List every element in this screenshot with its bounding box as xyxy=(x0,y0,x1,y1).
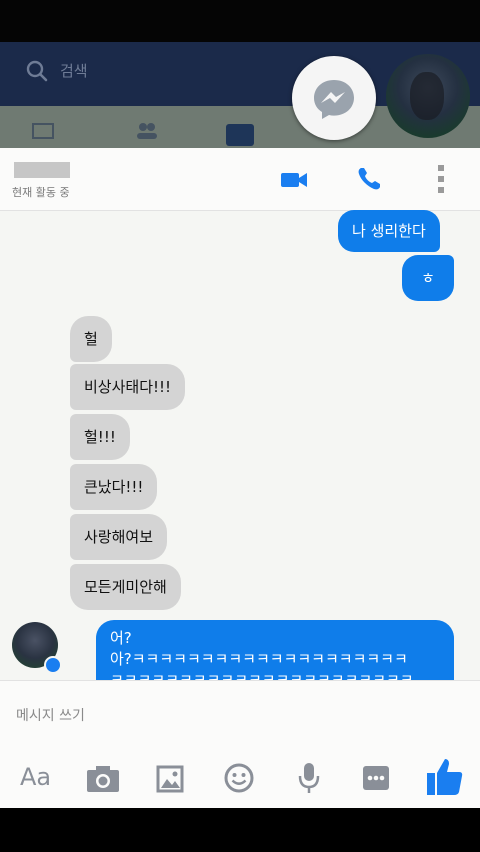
contact-chat-head-avatar[interactable] xyxy=(386,54,470,138)
message-incoming[interactable]: 사랑해여보 xyxy=(70,514,168,560)
phone-call-icon[interactable] xyxy=(356,166,382,192)
message-incoming[interactable]: 헐!!! xyxy=(70,414,130,460)
search-icon[interactable] xyxy=(26,60,48,82)
more-vertical-icon[interactable] xyxy=(436,164,446,194)
message-outgoing[interactable]: 어? 아?ㅋㅋㅋㅋㅋㅋㅋㅋㅋㅋㅋㅋㅋㅋㅋㅋㅋㅋㅋㅋ ㅋㅋㅋㅋㅋㅋㅋㅋㅋㅋㅋㅋㅋㅋ… xyxy=(96,620,454,680)
text-style-button[interactable]: Aa xyxy=(20,763,51,791)
messages-tab-icon[interactable] xyxy=(226,124,254,146)
microphone-icon[interactable] xyxy=(298,761,320,795)
composer: 메시지 쓰기 Aa xyxy=(0,680,480,809)
message-incoming[interactable]: 헐 xyxy=(70,316,112,362)
bottom-bar xyxy=(0,808,480,852)
video-call-icon[interactable] xyxy=(280,170,308,190)
message-incoming[interactable]: 큰났다!!! xyxy=(70,464,158,510)
messenger-chat-head[interactable] xyxy=(292,56,376,140)
message-outgoing[interactable]: 나 생리한다 xyxy=(338,210,440,252)
message-incoming[interactable]: 모든게미안해 xyxy=(70,564,181,610)
active-status: 현재 활동 중 xyxy=(12,186,70,199)
camera-icon[interactable] xyxy=(86,765,120,793)
message-outgoing[interactable]: ㅎ xyxy=(402,255,454,301)
message-input[interactable]: 메시지 쓰기 xyxy=(16,705,85,725)
emoji-icon[interactable] xyxy=(224,763,254,793)
message-line: 아?ㅋㅋㅋㅋㅋㅋㅋㅋㅋㅋㅋㅋㅋㅋㅋㅋㅋㅋㅋㅋ xyxy=(110,650,408,668)
chat-panel: 현재 활동 중 나 생리한다 ㅎ 헐 비상사태다!!! 헐!!! 큰났다!!! … xyxy=(0,148,480,809)
search-placeholder[interactable]: 검색 xyxy=(60,60,88,81)
message-line: 어? xyxy=(110,629,132,647)
more-options-icon[interactable] xyxy=(362,765,390,791)
image-icon[interactable] xyxy=(156,765,184,793)
message-line: ㅋㅋㅋㅋㅋㅋㅋㅋㅋㅋㅋㅋㅋㅋㅋㅋㅋㅋㅋㅋㅋㅋ xyxy=(110,671,414,680)
status-bar xyxy=(0,0,480,42)
composer-toolbar: Aa xyxy=(0,751,480,807)
messenger-badge-icon xyxy=(44,656,62,674)
messenger-icon xyxy=(314,80,354,119)
contact-name-redacted xyxy=(14,162,70,178)
home-tab-icon[interactable] xyxy=(30,120,56,142)
people-tab-icon[interactable] xyxy=(134,120,160,142)
like-icon[interactable] xyxy=(426,757,464,797)
message-list: 나 생리한다 ㅎ 헐 비상사태다!!! 헐!!! 큰났다!!! 사랑해여보 모든… xyxy=(0,210,480,680)
chat-header: 현재 활동 중 xyxy=(0,148,480,211)
message-incoming[interactable]: 비상사태다!!! xyxy=(70,364,186,410)
